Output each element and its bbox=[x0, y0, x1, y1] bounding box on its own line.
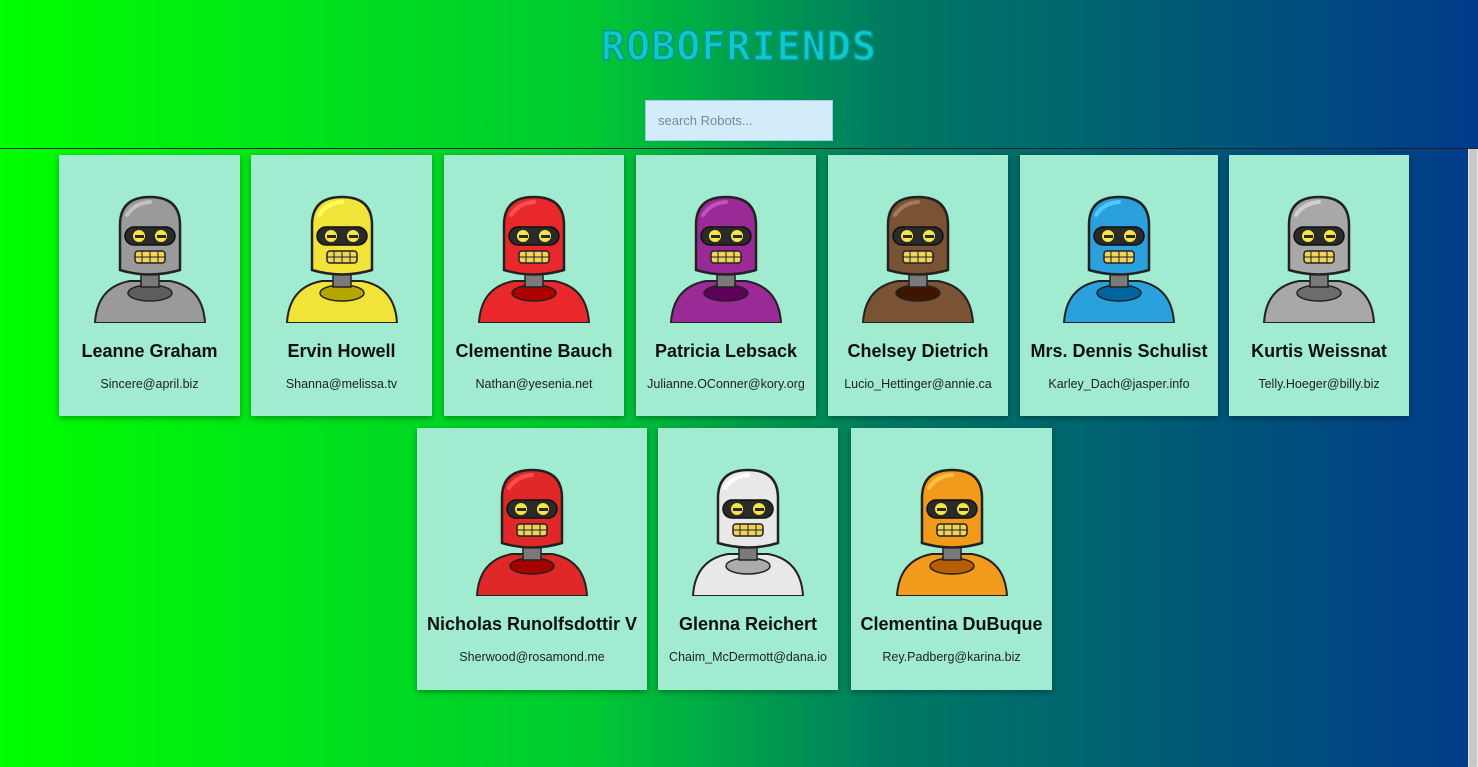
app-title: ROBOFRIENDS bbox=[600, 23, 877, 71]
robot-name: Kurtis Weissnat bbox=[1251, 341, 1387, 361]
robot-name: Nicholas Runolfsdottir V bbox=[426, 614, 637, 634]
scrollbar-thumb[interactable] bbox=[1469, 149, 1477, 767]
robot-card[interactable]: Kurtis Weissnat Telly.Hoeger@billy.biz bbox=[1229, 155, 1409, 416]
robot-card[interactable]: Ervin Howell Shanna@melissa.tv bbox=[251, 155, 432, 416]
robot-email: Chaim_McDermott@dana.io bbox=[669, 650, 827, 664]
robot-card[interactable]: Clementine Bauch Nathan@yesenia.net bbox=[444, 155, 624, 416]
robot-email: Lucio_Hettinger@annie.ca bbox=[844, 377, 992, 391]
robot-name: Clementine Bauch bbox=[455, 341, 613, 361]
robot-name: Patricia Lebsack bbox=[654, 341, 798, 361]
search-input[interactable] bbox=[645, 100, 833, 141]
robot-email: Karley_Dach@jasper.info bbox=[1048, 377, 1190, 391]
robot-avatar bbox=[877, 448, 1027, 596]
robot-email: Sherwood@rosamond.me bbox=[459, 650, 605, 664]
robot-name: Glenna Reichert bbox=[678, 614, 818, 634]
robot-email: Shanna@melissa.tv bbox=[285, 377, 398, 391]
robot-card[interactable]: Glenna Reichert Chaim_McDermott@dana.io bbox=[658, 428, 838, 690]
robot-avatar bbox=[1044, 175, 1194, 323]
robot-name: Mrs. Dennis Schulist bbox=[1030, 341, 1208, 361]
robot-email: Nathan@yesenia.net bbox=[475, 377, 593, 391]
robot-avatar bbox=[457, 448, 607, 596]
robot-avatar bbox=[459, 175, 609, 323]
robot-email: Julianne.OConner@kory.org bbox=[647, 377, 805, 391]
robot-avatar bbox=[1244, 175, 1394, 323]
robot-avatar bbox=[843, 175, 993, 323]
robot-avatar bbox=[673, 448, 823, 596]
robot-card[interactable]: Nicholas Runolfsdottir V Sherwood@rosamo… bbox=[417, 428, 647, 690]
robot-avatar bbox=[651, 175, 801, 323]
robot-name: Leanne Graham bbox=[81, 341, 218, 361]
robot-card[interactable]: Leanne Graham Sincere@april.biz bbox=[59, 155, 240, 416]
robot-email: Rey.Padberg@karina.biz bbox=[882, 650, 1021, 664]
robot-card[interactable]: Clementina DuBuque Rey.Padberg@karina.bi… bbox=[851, 428, 1052, 690]
scrollbar[interactable] bbox=[1468, 149, 1478, 767]
robot-card[interactable]: Mrs. Dennis Schulist Karley_Dach@jasper.… bbox=[1020, 155, 1218, 416]
robot-card[interactable]: Chelsey Dietrich Lucio_Hettinger@annie.c… bbox=[828, 155, 1008, 416]
robot-email: Sincere@april.biz bbox=[100, 377, 199, 391]
robot-name: Clementina DuBuque bbox=[860, 614, 1043, 634]
robot-name: Chelsey Dietrich bbox=[847, 341, 989, 361]
robot-avatar bbox=[267, 175, 417, 323]
robot-email: Telly.Hoeger@billy.biz bbox=[1258, 377, 1380, 391]
robot-avatar bbox=[75, 175, 225, 323]
robot-card[interactable]: Patricia Lebsack Julianne.OConner@kory.o… bbox=[636, 155, 816, 416]
robot-name: Ervin Howell bbox=[287, 341, 396, 361]
